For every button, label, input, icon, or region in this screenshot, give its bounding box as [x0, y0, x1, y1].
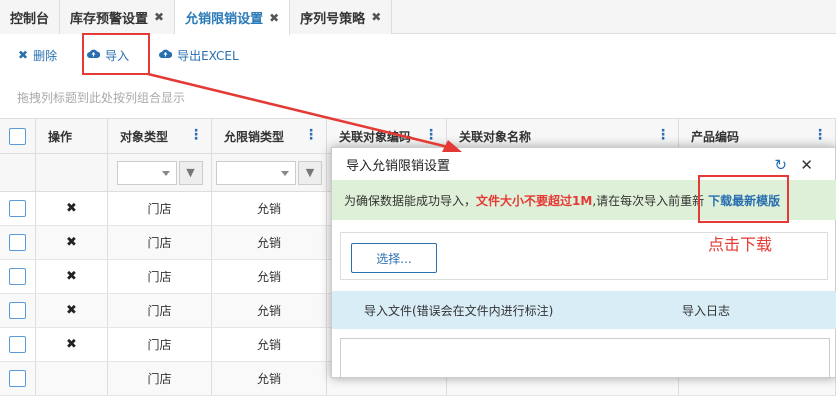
filter-icon[interactable]: ▼ — [298, 160, 322, 185]
tab-serial-policy[interactable]: 序列号策略 ✖ — [290, 0, 393, 34]
table-cell: 允销 — [212, 192, 327, 225]
tab-bar: 控制台 库存预警设置 ✖ 允销限销设置 ✖ 序列号策略 ✖ — [0, 0, 836, 35]
import-highlight-box — [82, 33, 150, 75]
table-cell: 门店 — [108, 260, 212, 293]
select-all-checkbox[interactable] — [9, 127, 26, 145]
close-icon[interactable]: ✖ — [269, 11, 279, 25]
import-table-header: 导入文件(错误会在文件内进行标注) 导入日志 — [332, 291, 836, 329]
row-op-cell: ✖ — [36, 294, 108, 327]
delete-button[interactable]: ✖ 删除 — [18, 47, 57, 64]
column-menu-icon[interactable]: ⋮ — [304, 128, 318, 142]
table-cell: 门店 — [108, 362, 212, 395]
table-cell: 允销 — [212, 294, 327, 327]
close-icon[interactable]: ✖ — [371, 10, 381, 24]
column-title: 操作 — [48, 129, 73, 144]
export-excel-button[interactable]: 导出EXCEL — [159, 47, 239, 64]
click-download-annotation: 点击下载 — [708, 235, 773, 254]
cloud-upload-icon — [159, 48, 173, 62]
tab-allow-restrict-sale[interactable]: 允销限销设置 ✖ — [175, 0, 291, 35]
row-select-cell — [0, 362, 36, 395]
row-select-cell — [0, 294, 36, 327]
download-highlight-box — [698, 175, 789, 223]
row-op-cell: ✖ — [36, 260, 108, 293]
row-checkbox[interactable] — [9, 370, 26, 387]
column-title: 关联对象名称 — [459, 129, 532, 144]
tab-label: 控制台 — [10, 11, 50, 27]
column-menu-icon[interactable]: ⋮ — [813, 128, 827, 142]
filter-cell: ▼ — [212, 154, 327, 191]
row-checkbox[interactable] — [9, 234, 26, 251]
export-label: 导出EXCEL — [177, 48, 239, 63]
tab-stock-warning[interactable]: 库存预警设置 ✖ — [60, 0, 176, 34]
filter-cell — [0, 154, 36, 191]
column-menu-icon[interactable]: ⋮ — [656, 128, 670, 142]
delete-row-icon[interactable]: ✖ — [66, 269, 77, 284]
column-menu-icon[interactable]: ⋮ — [189, 128, 203, 142]
tab-console[interactable]: 控制台 — [0, 0, 61, 34]
row-checkbox[interactable] — [9, 302, 26, 319]
filter-icon[interactable]: ▼ — [178, 160, 203, 185]
delete-icon: ✖ — [18, 48, 29, 62]
row-select-cell — [0, 328, 36, 361]
notice-size-warning: 文件大小不要超过1M — [476, 193, 593, 208]
table-cell: 门店 — [108, 294, 212, 327]
delete-row-icon[interactable]: ✖ — [66, 201, 77, 216]
row-select-cell — [0, 192, 36, 225]
choose-file-button[interactable]: 选择... — [351, 243, 437, 273]
row-checkbox[interactable] — [9, 336, 26, 353]
refresh-icon[interactable]: ↻ — [774, 156, 787, 174]
column-title: 允限销类型 — [224, 129, 285, 144]
group-by-hint: 拖拽列标题到此处按列组合显示 — [17, 91, 186, 105]
row-op-cell: ✖ — [36, 192, 108, 225]
table-cell: 允销 — [212, 328, 327, 361]
column-menu-icon[interactable]: ⋮ — [424, 128, 438, 142]
row-op-cell — [36, 362, 108, 395]
table-cell: 门店 — [108, 226, 212, 259]
tab-label: 库存预警设置 — [70, 11, 149, 27]
column-header[interactable]: 对象类型 ⋮ — [108, 119, 212, 153]
row-checkbox[interactable] — [9, 200, 26, 217]
table-cell: 允销 — [212, 226, 327, 259]
column-title: 产品编码 — [691, 129, 740, 144]
column-import-file: 导入文件(错误会在文件内进行标注) — [364, 303, 554, 318]
notice-prefix: 为确保数据能成功导入， — [344, 193, 477, 208]
filter-select[interactable] — [216, 160, 296, 185]
delete-row-icon[interactable]: ✖ — [66, 337, 77, 352]
import-table-body — [340, 338, 830, 379]
dialog-title: 导入允销限销设置 — [346, 158, 451, 174]
filter-cell — [36, 154, 108, 191]
column-import-log: 导入日志 — [682, 303, 731, 318]
column-header[interactable]: 允限销类型 ⋮ — [212, 119, 327, 153]
column-title: 关联对象编码 — [339, 129, 412, 144]
table-cell: 门店 — [108, 328, 212, 361]
table-cell: 门店 — [108, 192, 212, 225]
table-cell: 允销 — [212, 260, 327, 293]
delete-row-icon[interactable]: ✖ — [66, 235, 77, 250]
table-cell: 允销 — [212, 362, 327, 395]
delete-label: 删除 — [33, 48, 58, 63]
row-select-cell — [0, 260, 36, 293]
row-checkbox[interactable] — [9, 268, 26, 285]
notice-suffix: ,请在每次导入前重新 — [592, 193, 705, 208]
delete-row-icon[interactable]: ✖ — [66, 303, 77, 318]
column-title: 对象类型 — [120, 129, 169, 144]
row-select-cell — [0, 226, 36, 259]
row-op-cell: ✖ — [36, 226, 108, 259]
select-all-cell — [0, 119, 36, 153]
close-icon[interactable]: ✕ — [800, 156, 813, 174]
filter-select[interactable] — [116, 160, 177, 185]
tab-label: 允销限销设置 — [185, 12, 264, 27]
column-header[interactable]: 操作 — [36, 119, 108, 153]
close-icon[interactable]: ✖ — [154, 10, 164, 24]
row-op-cell: ✖ — [36, 328, 108, 361]
filter-cell: ▼ — [108, 154, 212, 191]
tab-label: 序列号策略 — [300, 11, 366, 27]
